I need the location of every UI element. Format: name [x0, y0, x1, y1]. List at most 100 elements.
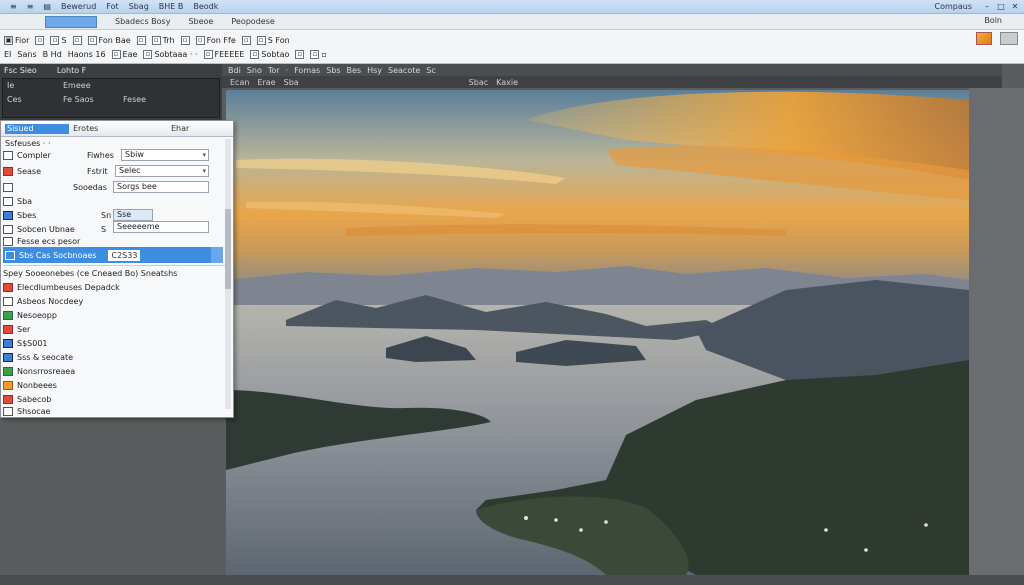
layer-cell-4[interactable]: Fe Saos [63, 95, 94, 104]
row-field[interactable]: Sbiw ▾ [121, 149, 209, 161]
font-tool-8[interactable]: ▫ Sobtao [248, 48, 291, 60]
tab-1[interactable]: Sbadecs Bosy [115, 17, 170, 26]
toolbar-row-1: ▣ Fior ▫ ▫ S ▫ ▫ Fon Bae ▫ ▫ Trh ▫ ▫ Fon Ffe … [2, 34, 292, 46]
doc-tab-3[interactable]: Tor [268, 66, 280, 75]
list-header: Spey Sooeonebes (ce Cneaed Bo) Sneatshs [3, 267, 177, 280]
menu-item-1[interactable]: ≡ [10, 2, 17, 11]
font-tool-6[interactable]: ▫ Sobtaaa · · [141, 48, 199, 60]
layer-cell-5[interactable]: Fesee [123, 95, 146, 104]
list-item-icon [3, 297, 13, 306]
tool-7[interactable]: ▫ Trh [150, 34, 177, 46]
canvas-gutter [969, 88, 1024, 585]
font-tool-10-icon: ▫ [310, 49, 320, 59]
font-tool-7-icon: ▫ [203, 49, 213, 59]
font-tool-7[interactable]: ▫ FEEEEE [202, 48, 247, 60]
row-label: Sba [17, 197, 33, 206]
row-field[interactable]: Selec ▾ [115, 165, 209, 177]
row-label: Compler [17, 151, 51, 160]
doc-tab-6[interactable]: Sbs [326, 66, 340, 75]
list-item-icon [3, 339, 13, 348]
doc-tab-5[interactable]: Fomas [294, 66, 320, 75]
tool-3[interactable]: ▫ S [48, 34, 68, 46]
list-item-icon [3, 311, 13, 320]
panel-thumbnail-icon[interactable] [1000, 32, 1018, 45]
image-thumbnail-icon[interactable] [976, 32, 992, 45]
font-tool-1[interactable]: EI [2, 48, 13, 60]
scrollbar-thumb[interactable] [225, 209, 231, 289]
layer-cell-2[interactable]: Emeee [63, 81, 91, 90]
tool-5[interactable]: ▫ Fon Bae [86, 34, 133, 46]
doc-tab-4[interactable]: · [286, 66, 289, 75]
doc-option-3[interactable]: Sba [284, 78, 299, 87]
menu-item-4[interactable]: Bewerud [61, 2, 96, 11]
layers-panel-title-2[interactable]: Lohto F [57, 66, 86, 75]
font-tool-9[interactable]: ▫ [293, 48, 306, 60]
tool-2[interactable]: ▫ [33, 34, 46, 46]
layer-cell-1[interactable]: Ie [7, 81, 14, 90]
row-field[interactable]: Sse [113, 209, 153, 221]
tool-11[interactable]: ▫ S Fon [255, 34, 292, 46]
font-tool-10[interactable]: ▫ ▫ [308, 48, 328, 60]
layer-cell-3[interactable]: Ces [7, 95, 22, 104]
list-item[interactable]: Nesoeopp [3, 309, 57, 322]
menu-item-8[interactable]: Beodk [193, 2, 218, 11]
tool-8[interactable]: ▫ [179, 34, 192, 46]
tab-3[interactable]: Peopodese [231, 17, 274, 26]
tab-2[interactable]: Sbeoe [188, 17, 213, 26]
list-item[interactable]: S$S001 [3, 337, 48, 350]
dialog-tab-active[interactable]: Sisued [5, 124, 69, 134]
doc-option-1[interactable]: Ecan [230, 78, 249, 87]
dialog-row: Sease Fstrit [3, 165, 108, 178]
menu-item-2[interactable]: ≡ [27, 2, 34, 11]
image-canvas[interactable] [226, 90, 969, 575]
list-item[interactable]: Nonsrrosreaea [3, 365, 75, 378]
doc-option-5[interactable]: Kaxie [496, 78, 518, 87]
list-item[interactable]: Asbeos Nocdeey [3, 295, 83, 308]
menu-item-6[interactable]: Sbag [129, 2, 149, 11]
doc-tab-9[interactable]: Seacote [388, 66, 420, 75]
row-field[interactable]: Seeeeeme [113, 221, 209, 233]
row-field-value: Sse [117, 210, 132, 219]
tab-help[interactable]: Boln [984, 16, 1002, 25]
font-tool-7-label: FEEEEE [214, 49, 245, 59]
doc-option-2[interactable]: Erae [257, 78, 275, 87]
tab-active[interactable] [45, 15, 97, 28]
pin-icon[interactable] [211, 247, 223, 263]
minimize-button[interactable]: – [982, 2, 992, 11]
doc-tab-10[interactable]: Sc [426, 66, 435, 75]
row-field[interactable]: Sorgs bee [113, 181, 209, 193]
close-button[interactable]: ✕ [1010, 2, 1020, 11]
menu-item-3[interactable]: ▤ [43, 2, 51, 11]
tool-6[interactable]: ▫ [135, 34, 148, 46]
font-tool-5[interactable]: ▫ Eae [110, 48, 140, 60]
tool-3-label: S [61, 35, 67, 45]
font-tool-5-label: Eae [122, 49, 138, 59]
doc-tab-7[interactable]: Bes [347, 66, 362, 75]
list-item[interactable]: Nonbeees [3, 379, 57, 392]
font-tool-4[interactable]: Haons 16 [66, 48, 108, 60]
tool-1[interactable]: ▣ Fior [2, 34, 31, 46]
menu-item-7[interactable]: BHE B [159, 2, 184, 11]
dialog-tab-3[interactable]: Ehar [171, 124, 189, 133]
tool-9[interactable]: ▫ Fon Ffe [194, 34, 238, 46]
list-item[interactable]: Elecdlumbeuses Depadck [3, 281, 120, 294]
doc-tab-1[interactable]: Bdi [228, 66, 241, 75]
dialog-tab-2[interactable]: Erotes [73, 124, 98, 133]
tool-11-icon: ▫ [256, 35, 266, 45]
doc-tab-2[interactable]: Sno [247, 66, 262, 75]
list-item[interactable]: Ser [3, 323, 30, 336]
maximize-button[interactable]: □ [996, 2, 1006, 11]
selected-row[interactable]: Sbs Cas Socbnoaes C2S33 [3, 247, 223, 263]
font-tool-3[interactable]: B Hd [41, 48, 64, 60]
doc-option-4[interactable]: Sbac [469, 78, 488, 87]
tool-6-icon: ▫ [136, 35, 146, 45]
doc-tab-8[interactable]: Hsy [367, 66, 382, 75]
dialog-scrollbar[interactable] [225, 139, 231, 409]
list-item[interactable]: Sss & seocate [3, 351, 73, 364]
font-tool-2[interactable]: Sans [15, 48, 38, 60]
menu-item-5[interactable]: Fot [106, 2, 118, 11]
tool-4[interactable]: ▫ [71, 34, 84, 46]
list-item[interactable]: Shsocae [3, 405, 50, 418]
layers-panel-title[interactable]: Fsc Sieo [4, 66, 37, 75]
tool-10[interactable]: ▫ [240, 34, 253, 46]
